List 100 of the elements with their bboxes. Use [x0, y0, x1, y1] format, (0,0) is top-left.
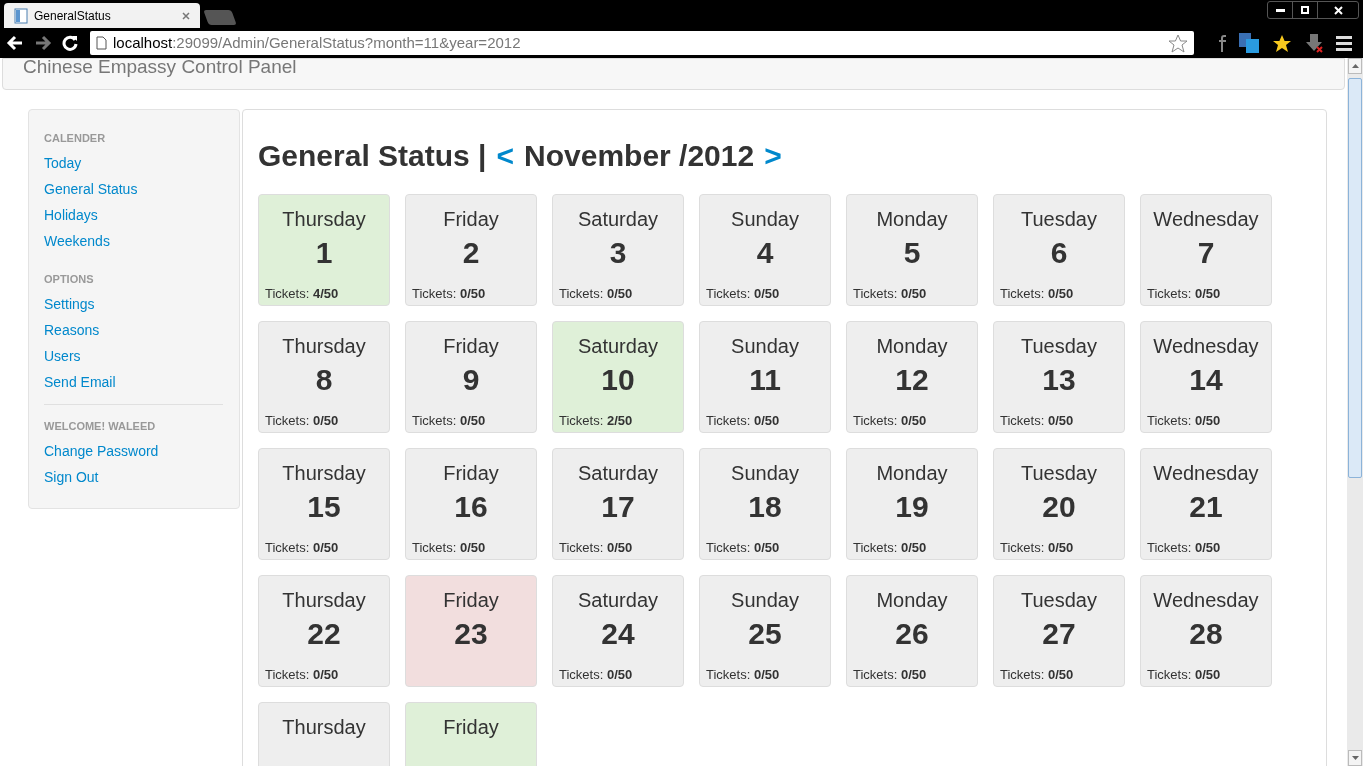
day-card[interactable]: Sunday 4 Tickets: 0/50 — [699, 194, 831, 306]
weekday-label: Wednesday — [1153, 334, 1259, 358]
day-card[interactable]: Thursday 22 Tickets: 0/50 — [258, 575, 390, 687]
weekday-label: Thursday — [282, 715, 366, 739]
day-number: 25 — [748, 616, 782, 652]
day-number: 8 — [315, 362, 333, 398]
weekday-label: Saturday — [577, 461, 659, 485]
sidebar-link[interactable]: Holidays — [44, 202, 98, 228]
weekday-label: Thursday — [282, 588, 366, 612]
day-card[interactable]: Wednesday 21 Tickets: 0/50 — [1140, 448, 1272, 560]
ticket-count: Tickets: 0/50 — [1147, 413, 1221, 429]
day-card[interactable]: Friday 23 — [405, 575, 537, 687]
day-card[interactable]: Wednesday 28 Tickets: 0/50 — [1140, 575, 1272, 687]
sidebar-link[interactable]: Today — [44, 150, 82, 176]
day-card[interactable]: Thursday 15 Tickets: 0/50 — [258, 448, 390, 560]
day-card[interactable]: Saturday 10 Tickets: 2/50 — [552, 321, 684, 433]
browser-tab[interactable]: GeneralStatus — [4, 3, 200, 28]
day-card[interactable]: Wednesday 14 Tickets: 0/50 — [1140, 321, 1272, 433]
day-card[interactable]: Friday 9 Tickets: 0/50 — [405, 321, 537, 433]
weekday-label: Monday — [876, 207, 948, 231]
sidebar-link[interactable]: Change Password — [44, 438, 159, 464]
weekday-label: Wednesday — [1153, 207, 1259, 231]
day-number: 18 — [748, 489, 782, 525]
sidebar-link[interactable]: Settings — [44, 291, 95, 317]
day-number: 19 — [895, 489, 929, 525]
day-number: 28 — [1189, 616, 1223, 652]
day-card[interactable]: Thursday 1 Tickets: 4/50 — [258, 194, 390, 306]
ticket-count: Tickets: 0/50 — [1147, 667, 1221, 683]
ticket-count: Tickets: 0/50 — [853, 413, 927, 429]
weekday-label: Monday — [876, 588, 948, 612]
ticket-count: Tickets: 0/50 — [1000, 667, 1074, 683]
header-title[interactable]: Chinese Empassy Control Panel — [23, 58, 297, 79]
page-title: General Status | — [258, 138, 487, 174]
sidebar-link[interactable]: Weekends — [44, 228, 110, 254]
scroll-down-button[interactable] — [1348, 750, 1362, 766]
page-icon — [14, 7, 28, 24]
day-number: 11 — [749, 362, 781, 398]
day-card[interactable]: Saturday 3 Tickets: 0/50 — [552, 194, 684, 306]
day-card[interactable]: Tuesday 6 Tickets: 0/50 — [993, 194, 1125, 306]
day-number: 24 — [601, 616, 635, 652]
back-icon[interactable] — [6, 35, 24, 51]
day-card[interactable]: Tuesday 13 Tickets: 0/50 — [993, 321, 1125, 433]
ticket-count: Tickets: 0/50 — [265, 413, 339, 429]
sidebar-link[interactable]: Reasons — [44, 317, 100, 343]
day-card[interactable]: Friday 2 Tickets: 0/50 — [405, 194, 537, 306]
download-icon[interactable] — [1305, 33, 1323, 53]
day-card[interactable]: Thursday 8 Tickets: 0/50 — [258, 321, 390, 433]
sidebar-link[interactable]: Users — [44, 343, 81, 369]
weekday-label: Monday — [876, 334, 948, 358]
day-number: 12 — [895, 362, 929, 398]
scroll-up-button[interactable] — [1348, 58, 1362, 74]
day-card[interactable]: Friday — [405, 702, 537, 766]
day-card[interactable]: Sunday 25 Tickets: 0/50 — [699, 575, 831, 687]
reload-icon[interactable] — [62, 35, 78, 51]
ticket-count: Tickets: 0/50 — [1000, 413, 1074, 429]
day-number: 13 — [1042, 362, 1076, 398]
day-number: 5 — [903, 235, 921, 271]
day-card[interactable]: Sunday 18 Tickets: 0/50 — [699, 448, 831, 560]
previous-month-link[interactable]: < — [496, 138, 514, 174]
day-card[interactable]: Monday 26 Tickets: 0/50 — [846, 575, 978, 687]
star-icon[interactable] — [1272, 33, 1292, 53]
address-bar[interactable]: localhost:29099/Admin/GeneralStatus?month=11&year=2012 — [90, 31, 1194, 55]
day-card[interactable]: Monday 19 Tickets: 0/50 — [846, 448, 978, 560]
weekday-label: Wednesday — [1153, 588, 1259, 612]
new-tab-button[interactable] — [203, 10, 237, 25]
weekday-label: Tuesday — [1021, 334, 1097, 358]
day-number: 7 — [1197, 235, 1215, 271]
day-card[interactable]: Tuesday 20 Tickets: 0/50 — [993, 448, 1125, 560]
day-number: 16 — [454, 489, 488, 525]
url-host: localhost — [113, 33, 173, 51]
sidebar-link[interactable]: Sign Out — [44, 464, 99, 490]
forward-icon[interactable] — [34, 35, 52, 51]
day-card[interactable]: Tuesday 27 Tickets: 0/50 — [993, 575, 1125, 687]
ticket-count: Tickets: 0/50 — [853, 667, 927, 683]
day-number: 10 — [601, 362, 635, 398]
scrollbar[interactable] — [1347, 58, 1363, 766]
ticket-count: Tickets: 0/50 — [706, 540, 780, 556]
facebook-icon[interactable] — [1218, 34, 1226, 52]
next-month-link[interactable]: > — [764, 138, 782, 174]
day-number: 15 — [307, 489, 341, 525]
day-card[interactable]: Friday 16 Tickets: 0/50 — [405, 448, 537, 560]
day-card[interactable]: Monday 12 Tickets: 0/50 — [846, 321, 978, 433]
weekday-label: Tuesday — [1021, 588, 1097, 612]
day-card[interactable]: Wednesday 7 Tickets: 0/50 — [1140, 194, 1272, 306]
scroll-thumb[interactable] — [1348, 78, 1362, 478]
menu-icon[interactable] — [1336, 35, 1352, 51]
ticket-count: Tickets: 0/50 — [1147, 286, 1221, 302]
ticket-count: Tickets: 4/50 — [265, 286, 339, 302]
day-card[interactable]: Thursday — [258, 702, 390, 766]
sidebar-link[interactable]: General Status — [44, 176, 138, 202]
tab-title: GeneralStatus — [34, 7, 112, 25]
star-icon[interactable] — [1168, 33, 1188, 53]
day-card[interactable]: Saturday 17 Tickets: 0/50 — [552, 448, 684, 560]
close-icon[interactable] — [182, 11, 190, 20]
day-card[interactable]: Sunday 11 Tickets: 0/50 — [699, 321, 831, 433]
weekday-label: Wednesday — [1153, 461, 1259, 485]
ticket-count: Tickets: 0/50 — [853, 286, 927, 302]
day-card[interactable]: Saturday 24 Tickets: 0/50 — [552, 575, 684, 687]
day-card[interactable]: Monday 5 Tickets: 0/50 — [846, 194, 978, 306]
sidebar-link[interactable]: Send Email — [44, 369, 116, 395]
